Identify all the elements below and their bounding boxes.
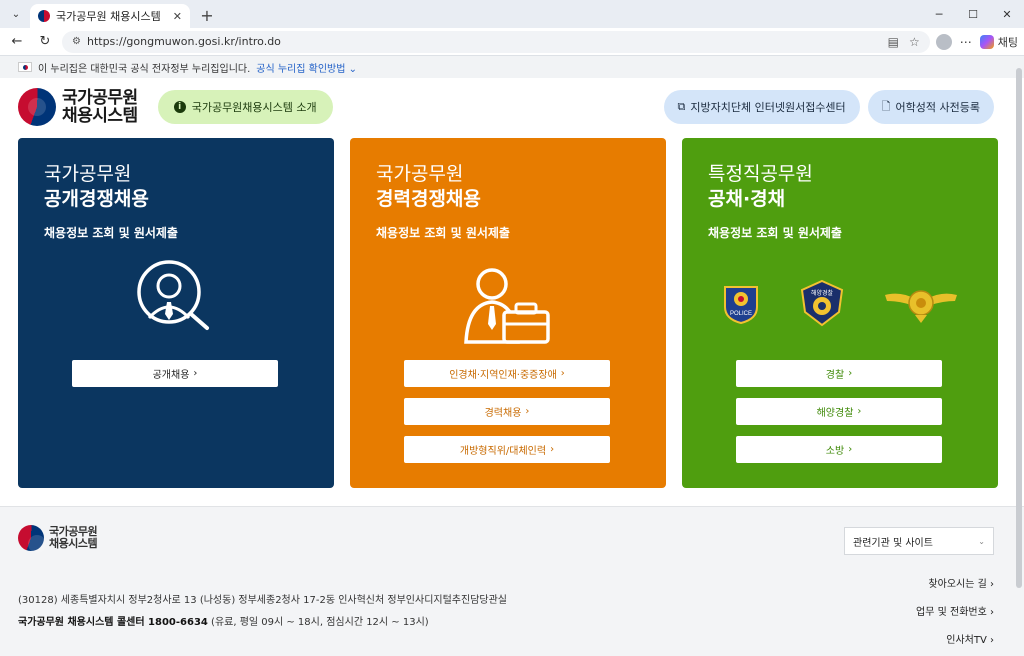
page-viewport: 이 누리집은 대한민국 공식 전자정부 누리집입니다. 공식 누리집 확인방법 … — [0, 56, 1024, 656]
card-subtitle: 채용정보 조회 및 원서제출 — [44, 226, 178, 240]
agency-emblems: POLICE 해양경찰 — [682, 278, 998, 328]
header-right-links: ⧉ 지방자치단체 인터넷원서접수센터 🗋 어학성적 사전등록 — [663, 90, 994, 124]
browser-toolbar: ← ↻ ⚙ https://gongmuwon.gosi.kr/intro.do… — [0, 28, 1024, 56]
site-logo[interactable]: 국가공무원 채용시스템 — [18, 88, 138, 126]
footer-logo[interactable]: 국가공무원 채용시스템 — [18, 525, 98, 553]
favicon-icon — [38, 10, 50, 22]
site-header: 국가공무원 채용시스템 i 국가공무원채용시스템 소개 ⧉ 지방자치단체 인터넷원… — [0, 78, 1024, 136]
copilot-icon — [979, 34, 994, 49]
footer-link-contacts[interactable]: 업무 및 전화번호 › — [916, 603, 994, 618]
chevron-right-icon: › — [848, 368, 853, 379]
more-menu-icon[interactable]: ⋯ — [960, 35, 972, 49]
maximize-icon[interactable]: ☐ — [956, 0, 990, 28]
footer-link-tv[interactable]: 인사처TV › — [946, 631, 994, 646]
page-scrollbar[interactable] — [1016, 58, 1022, 654]
coast-guard-button[interactable]: 해양경찰 › — [736, 398, 942, 425]
career-recruitment-button[interactable]: 경력채용 › — [404, 398, 610, 425]
svg-text:해양경찰: 해양경찰 — [811, 289, 834, 297]
fire-service-emblem-icon — [885, 290, 957, 323]
browser-tab-active[interactable]: 국가공무원 채용시스템 ✕ — [30, 4, 190, 28]
address-bar[interactable]: ⚙ https://gongmuwon.gosi.kr/intro.do ▤ ☆ — [62, 30, 930, 53]
card-special-service: 특정직공무원 공채·경채 채용정보 조회 및 원서제출 POLICE 해양경찰 — [682, 138, 998, 488]
chevron-right-icon: › — [848, 444, 853, 455]
related-sites-value: 관련기관 및 사이트 — [853, 537, 933, 549]
card-open-recruitment: 국가공무원 공개경쟁채용 채용정보 조회 및 원서제출 공개채용 › — [18, 138, 334, 488]
back-arrow-icon[interactable]: ← — [6, 31, 28, 53]
footer-logo-text: 국가공무원 채용시스템 — [49, 525, 98, 550]
document-icon: 🗋 — [881, 99, 891, 113]
gov-verify-link[interactable]: 공식 누리집 확인방법 ⌄ — [256, 60, 357, 75]
copilot-button[interactable]: 채팅 — [979, 34, 1018, 50]
open-recruitment-button[interactable]: 공개채용 › — [72, 360, 278, 387]
card-title-line1: 특정직공무원 — [708, 163, 813, 185]
browser-tabstrip: ⌄ 국가공무원 채용시스템 ✕ + ─ ☐ ✕ — [0, 0, 1024, 28]
card-title-line2: 공개경쟁채용 — [44, 188, 149, 210]
profile-avatar[interactable] — [935, 33, 952, 50]
reading-mode-icon[interactable]: ▤ — [888, 35, 899, 49]
local-gov-center-label: 지방자치단체 인터넷원서접수센터 — [690, 101, 846, 114]
regional-talent-button[interactable]: 인경채·지역인재·중증장애 › — [404, 360, 610, 387]
footer-links: 찾아오시는 길 › 업무 및 전화번호 › 인사처TV › — [916, 575, 994, 646]
system-intro-button[interactable]: i 국가공무원채용시스템 소개 — [157, 90, 333, 124]
open-position-button[interactable]: 개방형직위/대체인력 › — [404, 436, 610, 463]
new-tab-plus-icon[interactable]: + — [196, 4, 218, 26]
chevron-right-icon: › — [560, 368, 565, 379]
system-intro-label: 국가공무원채용시스템 소개 — [191, 101, 317, 114]
related-sites-select[interactable]: 관련기관 및 사이트 ⌄ — [844, 527, 994, 555]
card-buttons: 공개채용 › — [72, 360, 278, 387]
omnibox-actions: ▤ ☆ — [888, 35, 920, 49]
tab-title: 국가공무원 채용시스템 — [56, 10, 161, 23]
footer-callcenter: 국가공무원 채용시스템 콜센터 1800-6634 (유료, 평일 09시 ~ … — [18, 617, 429, 628]
taegeuk-logo-icon — [18, 525, 46, 553]
card-title-line2: 공채·경채 — [708, 188, 786, 210]
local-gov-center-button[interactable]: ⧉ 지방자치단체 인터넷원서접수센터 — [663, 90, 860, 124]
site-info-icon[interactable]: ⚙ — [72, 36, 81, 47]
chevron-right-icon: › — [525, 406, 530, 417]
info-icon: i — [173, 101, 186, 113]
footer-address: (30128) 세종특별자치시 정부2청사로 13 (나성동) 정부세종2청사 … — [18, 595, 507, 606]
language-score-label: 어학성적 사전등록 — [895, 101, 980, 114]
fire-service-button[interactable]: 소방 › — [736, 436, 942, 463]
card-subtitle: 채용정보 조회 및 원서제출 — [376, 226, 510, 240]
card-career-recruitment: 국가공무원 경력경쟁채용 채용정보 조회 및 원서제출 인경채·지역인재·중증장… — [350, 138, 666, 488]
scrollbar-thumb[interactable] — [1016, 68, 1022, 588]
gov-banner: 이 누리집은 대한민국 공식 전자정부 누리집입니다. 공식 누리집 확인방법 … — [0, 56, 1024, 78]
police-button[interactable]: 경찰 › — [736, 360, 942, 387]
reload-icon[interactable]: ↻ — [34, 31, 56, 53]
external-link-icon: ⧉ — [677, 100, 686, 113]
copilot-label: 채팅 — [997, 35, 1018, 49]
window-controls: ─ ☐ ✕ — [922, 0, 1024, 28]
language-score-button[interactable]: 🗋 어학성적 사전등록 — [867, 90, 994, 124]
card-title-line2: 경력경쟁채용 — [376, 188, 481, 210]
card-title-line1: 국가공무원 — [376, 163, 464, 185]
card-subtitle: 채용정보 조회 및 원서제출 — [708, 226, 842, 240]
chevron-right-icon: › — [193, 368, 198, 379]
tab-close-icon[interactable]: ✕ — [173, 10, 182, 23]
gov-banner-text: 이 누리집은 대한민국 공식 전자정부 누리집입니다. — [38, 63, 251, 75]
chevron-right-icon: › — [857, 406, 862, 417]
tab-list-chevron-icon[interactable]: ⌄ — [6, 4, 26, 24]
coast-guard-emblem-icon: 해양경찰 — [800, 279, 844, 327]
chevron-right-icon: › — [550, 444, 555, 455]
magnifier-person-icon — [18, 256, 334, 336]
site-footer: 국가공무원 채용시스템 관련기관 및 사이트 ⌄ (30128) 세종특별자치시 … — [0, 506, 1024, 656]
toolbar-right: ⋯ 채팅 — [935, 33, 1018, 50]
person-briefcase-icon — [350, 262, 666, 346]
card-title-line1: 국가공무원 — [44, 163, 132, 185]
footer-link-directions[interactable]: 찾아오시는 길 › — [928, 575, 994, 590]
bookmark-star-icon[interactable]: ☆ — [909, 35, 920, 49]
card-buttons: 경찰 › 해양경찰 › 소방 › — [736, 360, 942, 463]
taegeuk-logo-icon — [18, 88, 56, 126]
korean-flag-icon — [18, 62, 32, 72]
close-window-icon[interactable]: ✕ — [990, 0, 1024, 28]
recruitment-cards: 국가공무원 공개경쟁채용 채용정보 조회 및 원서제출 공개채용 › 국가공무원 … — [18, 138, 998, 488]
police-emblem-icon: POLICE — [724, 286, 758, 325]
url-text[interactable]: https://gongmuwon.gosi.kr/intro.do — [87, 35, 882, 48]
minimize-icon[interactable]: ─ — [922, 0, 956, 28]
logo-text: 국가공무원 채용시스템 — [62, 88, 138, 126]
svg-text:POLICE: POLICE — [730, 311, 752, 317]
chevron-down-icon: ⌄ — [978, 536, 985, 546]
card-buttons: 인경채·지역인재·중증장애 › 경력채용 › 개방형직위/대체인력 › — [404, 360, 610, 463]
